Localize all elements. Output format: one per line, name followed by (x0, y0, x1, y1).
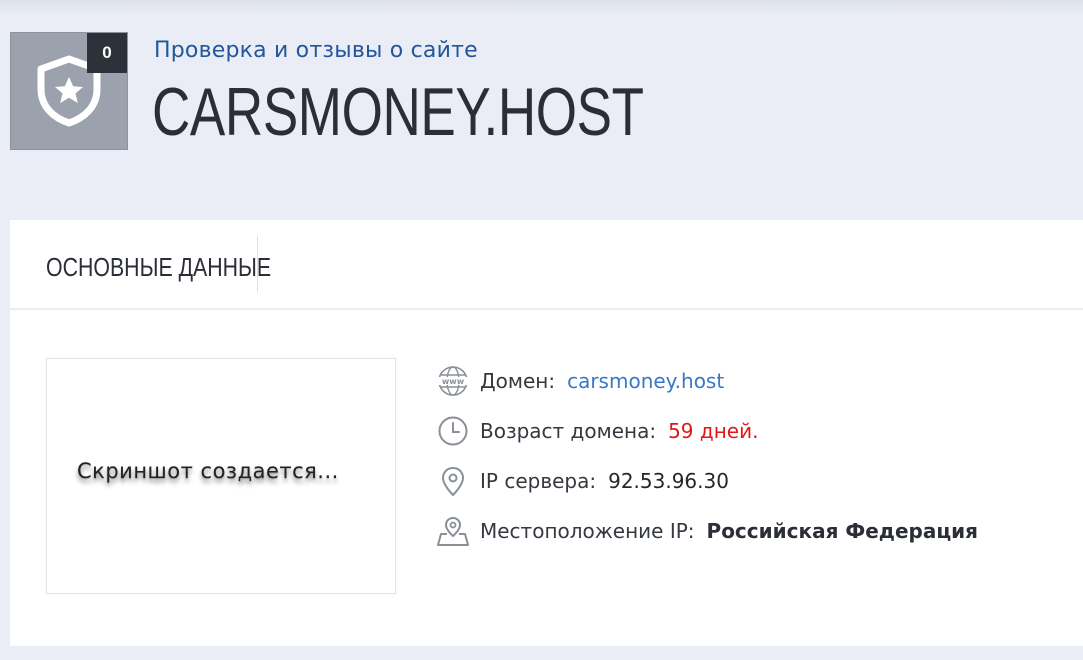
svg-text:www: www (442, 377, 465, 386)
page-title: CARSMONEY.HOST (152, 74, 644, 150)
review-count-badge: 0 (87, 33, 127, 73)
clock-icon (436, 414, 470, 448)
www-globe-icon: www (436, 364, 470, 398)
top-strip (0, 0, 1083, 14)
domain-age-value: 59 дней. (668, 419, 759, 443)
main-info-card: Скриншот создается... www Домен: carsmon… (10, 310, 1083, 646)
location-label: Местоположение IP: (480, 519, 695, 543)
info-row-domain-age: Возраст домена: 59 дней. (436, 414, 758, 448)
domain-label: Домен: (480, 369, 556, 393)
info-row-ip: IP сервера: 92.53.96.30 (436, 464, 729, 498)
map-pin-icon (436, 514, 470, 548)
ip-value: 92.53.96.30 (608, 469, 729, 493)
screenshot-placeholder-text: Скриншот создается... (77, 459, 339, 483)
info-row-location: Местоположение IP: Российская Федерация (436, 514, 978, 548)
location-value: Российская Федерация (706, 519, 979, 543)
location-pin-icon (436, 464, 470, 498)
site-screenshot: Скриншот создается... (46, 358, 396, 594)
ip-label: IP сервера: (480, 469, 597, 493)
tab-divider (257, 236, 258, 292)
domain-link[interactable]: carsmoney.host (567, 369, 724, 393)
info-row-domain: www Домен: carsmoney.host (436, 364, 724, 398)
page-subtitle: Проверка и отзывы о сайте (154, 38, 478, 63)
tab-bar: ОСНОВНЫЕ ДАННЫЕ (10, 220, 1083, 308)
domain-age-label: Возраст домена: (480, 419, 657, 443)
tab-main-data[interactable]: ОСНОВНЫЕ ДАННЫЕ (46, 252, 271, 283)
